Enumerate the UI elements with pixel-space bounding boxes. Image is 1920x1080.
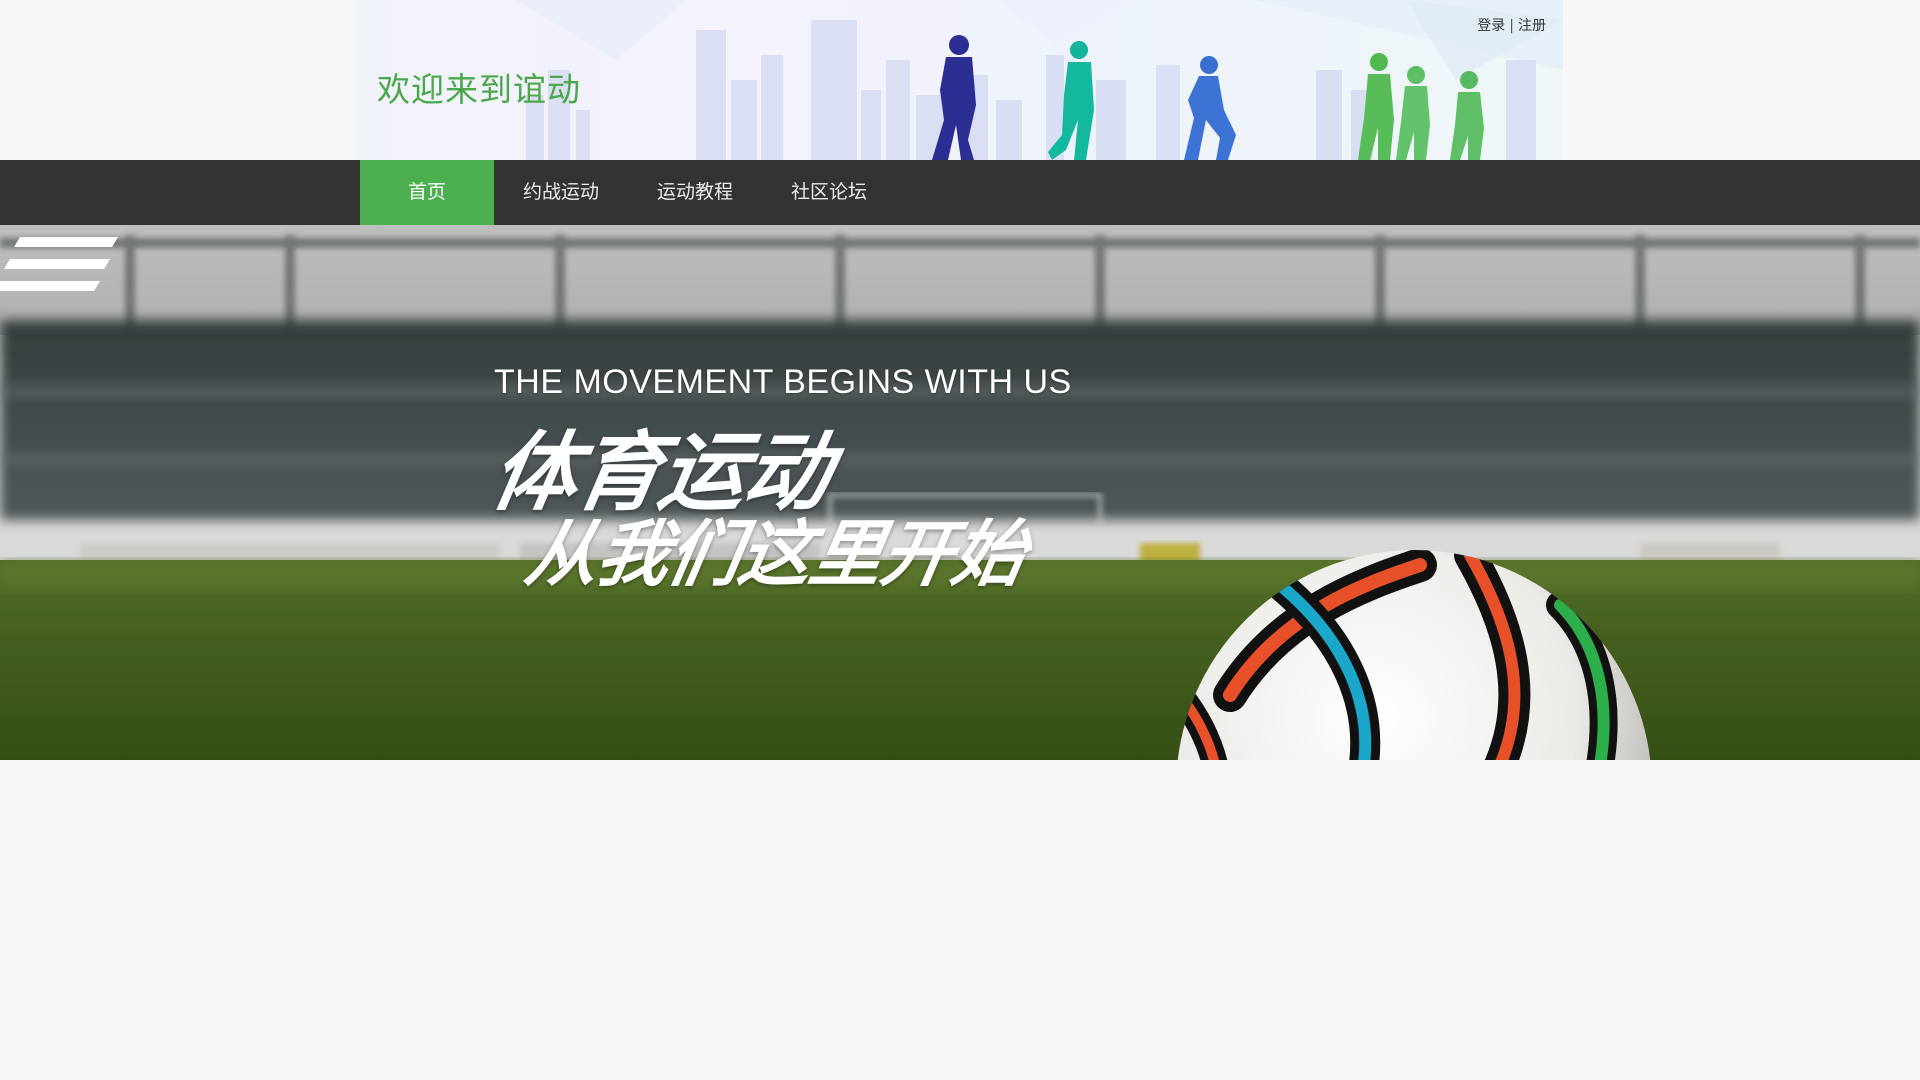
login-link[interactable]: 登录 [1477, 18, 1505, 34]
nav-item-match-sports[interactable]: 约战运动 [494, 160, 628, 225]
header-banner: 欢迎来到谊动 登录 | 注册 [356, 0, 1563, 160]
auth-links: 登录 | 注册 [1477, 15, 1546, 35]
nav-item-tutorials[interactable]: 运动教程 [628, 160, 762, 225]
hero-stadium-image [0, 225, 1920, 760]
hero-title-en: THE MOVEMENT BEGINS WITH US [494, 363, 1072, 401]
hero-banner: THE MOVEMENT BEGINS WITH US 体育运动 从我们这里开始 [0, 225, 1920, 760]
nav-item-home[interactable]: 首页 [360, 160, 494, 225]
site-welcome-title: 欢迎来到谊动 [377, 70, 581, 109]
site-header: 欢迎来到谊动 登录 | 注册 [0, 0, 1920, 160]
nav-item-forum[interactable]: 社区论坛 [762, 160, 896, 225]
auth-separator: | [1509, 18, 1514, 34]
main-nav: 首页 约战运动 运动教程 社区论坛 [0, 160, 1920, 225]
speed-lines-graphic [0, 237, 118, 291]
nav-items: 首页 约战运动 运动教程 社区论坛 [360, 160, 896, 225]
hero-title-cn-line2: 从我们这里开始 [519, 512, 1032, 596]
register-link[interactable]: 注册 [1518, 18, 1546, 34]
